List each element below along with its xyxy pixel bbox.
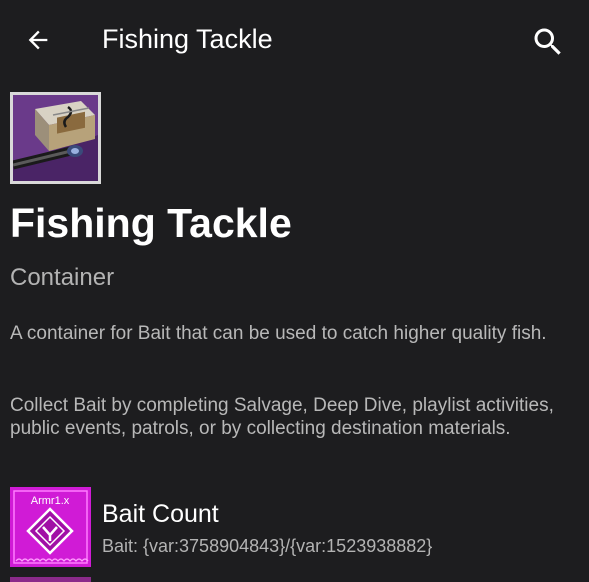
- item-description: A container for Bait that can be used to…: [10, 323, 547, 344]
- tackle-box-image: [13, 95, 98, 181]
- search-icon: [534, 28, 561, 55]
- objective-icon: Armr1.x: [10, 487, 91, 567]
- item-icon: [10, 92, 101, 184]
- search-button[interactable]: [528, 22, 568, 62]
- objective-icon-label: Armr1.x: [31, 495, 70, 507]
- item-name: Fishing Tackle: [10, 200, 292, 246]
- objective-progress: Bait: {var:3758904843}/{var:1523938882}: [102, 536, 433, 556]
- page-title: Fishing Tackle: [102, 24, 273, 54]
- item-description-extra: Collect Bait by completing Salvage, Deep…: [10, 395, 554, 439]
- item-type: Container: [10, 264, 115, 291]
- app-bar: Fishing Tackle: [0, 0, 589, 82]
- back-button[interactable]: [20, 22, 56, 58]
- arrow-back-icon: [28, 30, 48, 50]
- objective-title: Bait Count: [102, 500, 219, 528]
- next-objective-icon: [10, 577, 91, 582]
- objective-row: Armr1.x Bait Count Bait: {var:3758904843…: [10, 487, 580, 567]
